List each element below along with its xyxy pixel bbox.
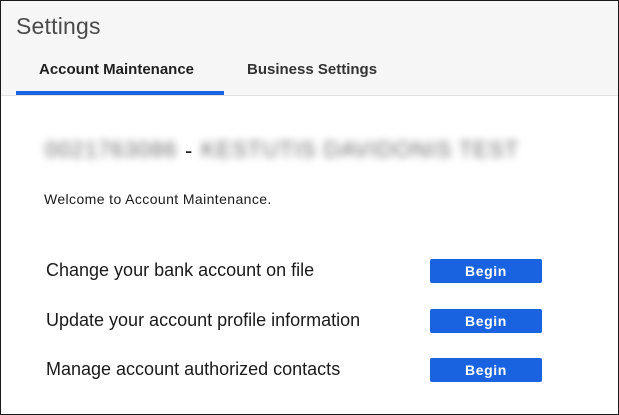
tab-business-settings[interactable]: Business Settings [247,61,377,78]
begin-change-bank-account-button[interactable]: Begin [430,259,542,283]
action-row-manage-contacts: Manage account authorized contacts Begin [46,357,546,385]
action-row-change-bank-account: Change your bank account on file Begin [46,258,546,286]
action-label: Update your account profile information [46,310,361,330]
active-tab-indicator [16,91,224,95]
begin-update-profile-button[interactable]: Begin [430,309,542,333]
settings-header: Settings Account Maintenance Business Se… [1,1,618,96]
redacted-account-name: KESTUTIS DAVIDONIS TEST [201,137,520,162]
begin-manage-contacts-button[interactable]: Begin [430,358,542,382]
page-title: Settings [16,13,101,39]
tab-account-maintenance[interactable]: Account Maintenance [39,61,194,78]
account-separator: - [185,138,193,163]
action-row-update-profile: Update your account profile information … [46,308,546,336]
welcome-message: Welcome to Account Maintenance. [44,191,272,207]
settings-window: Settings Account Maintenance Business Se… [0,0,619,415]
account-identifier: 0021763086 - KESTUTIS DAVIDONIS TEST [45,137,545,167]
redacted-account-number: 0021763086 [45,137,178,162]
action-label: Manage account authorized contacts [46,359,341,379]
action-label: Change your bank account on file [46,260,315,280]
